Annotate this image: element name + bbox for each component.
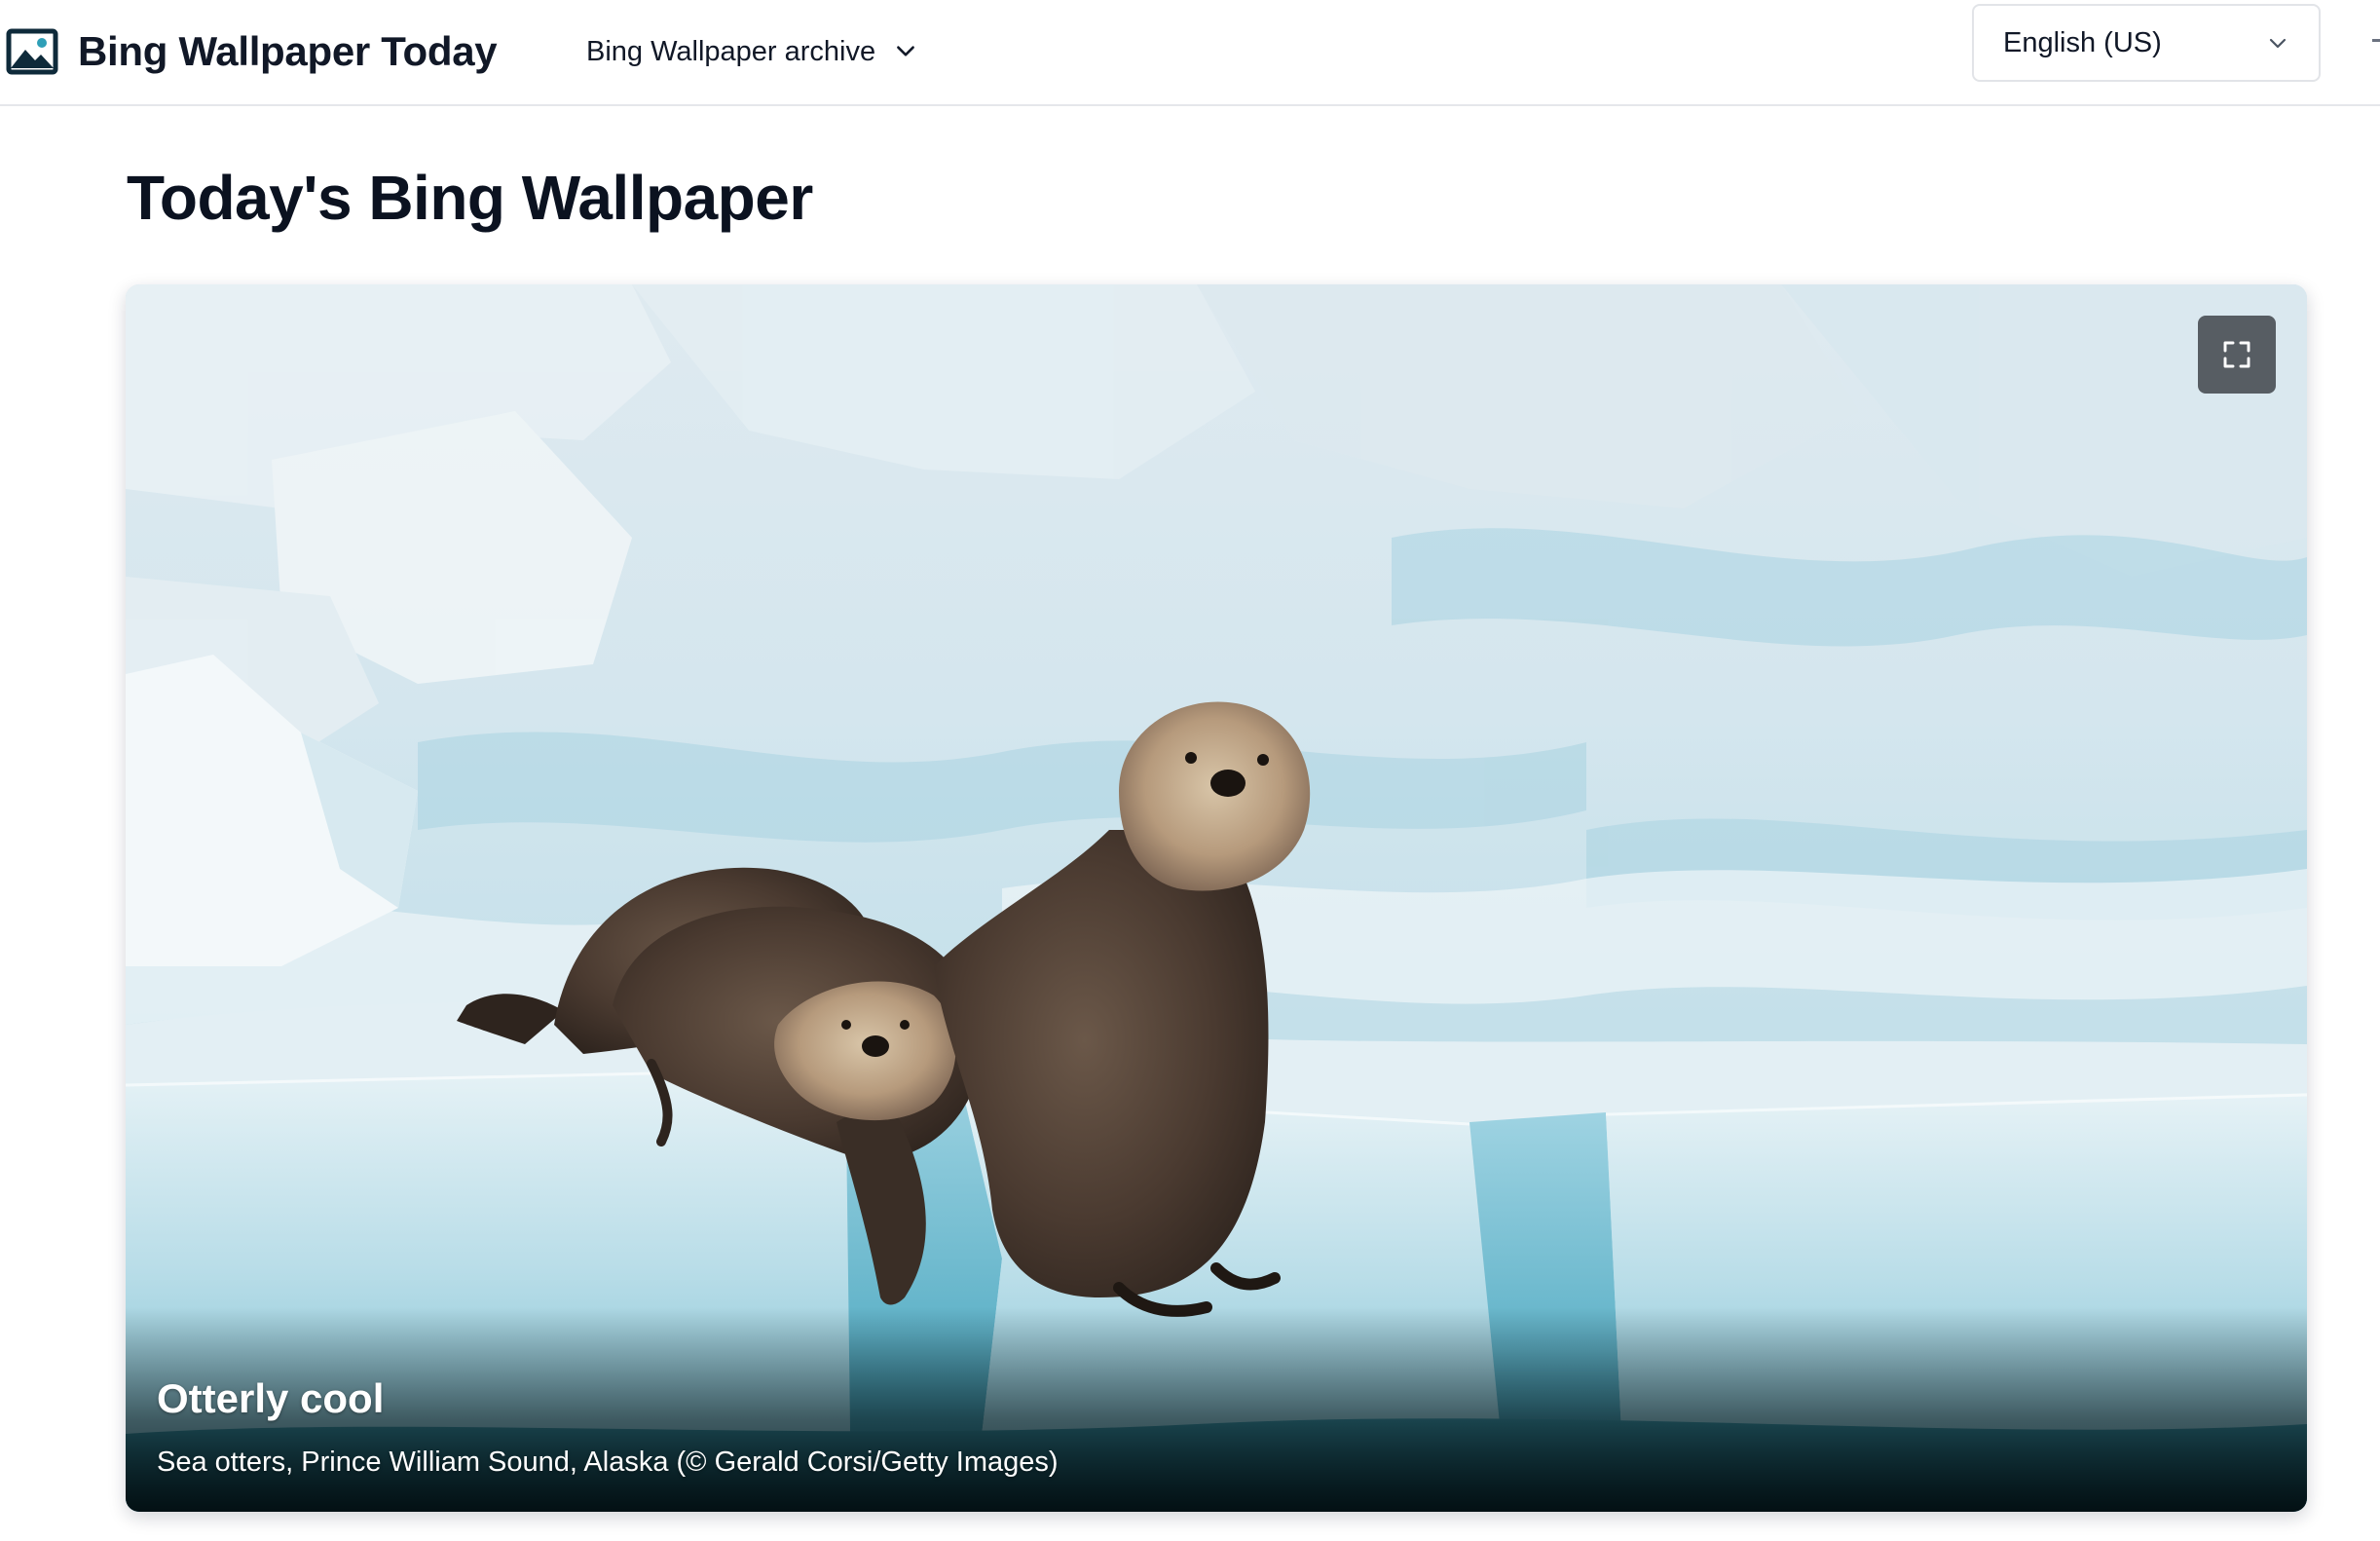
chevron-down-icon (2269, 38, 2287, 49)
language-select[interactable]: English (US) (1972, 4, 2321, 82)
expand-icon (2223, 341, 2250, 368)
archive-menu-label: Bing Wallpaper archive (586, 35, 876, 67)
overflow-edge-mark (2372, 39, 2380, 42)
chevron-down-icon (897, 46, 915, 56)
language-selected-value: English (US) (2003, 26, 2162, 58)
brand-name: Bing Wallpaper Today (78, 28, 498, 74)
wallpaper-title: Otterly cool (157, 1375, 385, 1421)
fullscreen-button[interactable] (2198, 316, 2276, 394)
wallpaper-card: Otterly cool Sea otters, Prince William … (126, 284, 2307, 1512)
wallpaper-description: Sea otters, Prince William Sound, Alaska… (157, 1447, 1059, 1478)
page-title: Today's Bing Wallpaper (127, 163, 813, 233)
top-navigation-bar: Bing Wallpaper Today Bing Wallpaper arch… (0, 0, 2380, 106)
caption-gradient-overlay (126, 1307, 2307, 1512)
brand-logo-link[interactable]: Bing Wallpaper Today (6, 18, 498, 86)
image-icon (6, 28, 58, 75)
archive-dropdown-menu[interactable]: Bing Wallpaper archive (586, 21, 918, 82)
